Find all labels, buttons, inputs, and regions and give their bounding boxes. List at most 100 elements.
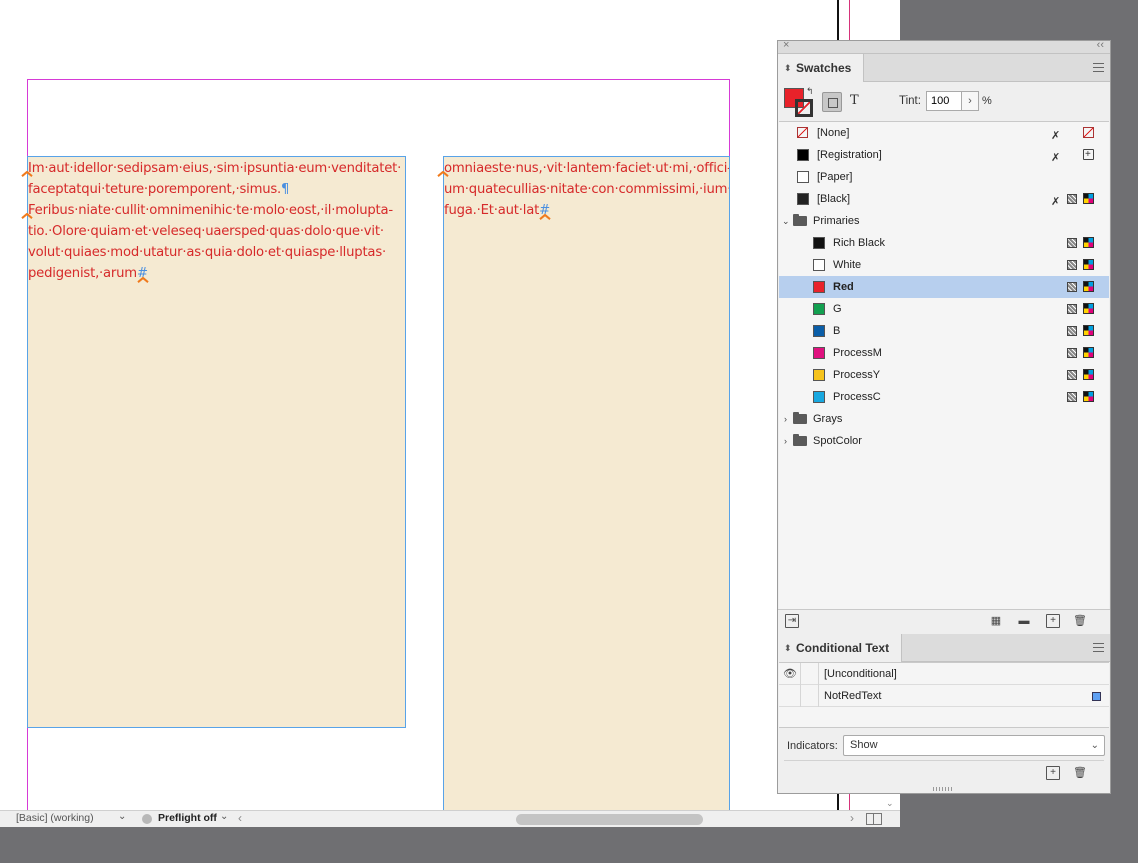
cmyk-mode-icon <box>1083 369 1094 380</box>
tab-swatches[interactable]: ⬍ Swatches <box>778 54 865 82</box>
tint-input[interactable] <box>926 91 962 111</box>
preflight-profile[interactable]: [Basic] (working) <box>16 812 94 824</box>
text-frame-1[interactable]: Im·aut·idellor·sedipsam·eius,·sim·ipsunt… <box>27 156 406 728</box>
swatch-label: Rich Black <box>833 237 885 249</box>
hidden-character-caret-icon <box>21 170 33 178</box>
panel-resize-icon: ⬍ <box>784 63 792 73</box>
swap-arrow-icon[interactable]: ↰ <box>806 86 814 97</box>
frame-2-line-3-text: fuga.·Et·aut·lat <box>444 203 540 218</box>
swatch-row-process-m[interactable]: ProcessM <box>779 342 1109 364</box>
hidden-character-caret-icon <box>137 276 149 284</box>
column-divider <box>800 685 801 707</box>
swatch-row-process-y[interactable]: ProcessY <box>779 364 1109 386</box>
tab-conditional-text[interactable]: ⬍ Conditional Text <box>778 634 903 662</box>
swatch-row-registration[interactable]: [Registration] ✗ <box>779 144 1109 166</box>
scroll-down-icon[interactable]: ⌄ <box>886 798 894 809</box>
frame-1-line-3: Feribus·niate·cullit·omnimenihic·te·molo… <box>28 203 393 218</box>
formatting-affects-container-button[interactable] <box>822 92 842 112</box>
condition-color-chip <box>1092 692 1101 701</box>
frame-2-text[interactable]: omniaeste·nus,·vit·lantem·faciet·ut·mi,·… <box>444 158 729 221</box>
process-type-icon <box>1067 260 1077 270</box>
new-condition-icon[interactable]: + <box>1046 766 1060 780</box>
swatch-row-black[interactable]: [Black] ✗ <box>779 188 1109 210</box>
registration-mode-icon <box>1083 144 1094 166</box>
swatch-label: [None] <box>817 127 850 139</box>
chevron-down-icon[interactable]: ⌄ <box>782 210 790 232</box>
frame-1-line-4: tio.·Olore·quiam·et·veleseq·uaersped·qua… <box>28 224 384 239</box>
process-type-icon <box>1067 238 1077 248</box>
frame-1-line-5: volut·quiaes·mod·utatur·as·quia·dolo·et·… <box>28 245 386 260</box>
scroll-left-icon[interactable]: ‹ <box>238 811 242 825</box>
swatch-row-g[interactable]: G <box>779 298 1109 320</box>
panel-menu-icon[interactable] <box>1093 643 1104 652</box>
swatch-row-paper[interactable]: [Paper] <box>779 166 1109 188</box>
new-swatch-icon[interactable]: + <box>1046 614 1060 628</box>
cmyk-mode-icon <box>1083 259 1094 270</box>
scroll-right-icon[interactable]: › <box>850 811 854 825</box>
horizontal-scrollbar-thumb[interactable] <box>516 814 703 825</box>
swatch-chip <box>813 281 825 293</box>
swatch-row-b[interactable]: B <box>779 320 1109 342</box>
resize-grip[interactable] <box>933 787 953 791</box>
cmyk-mode-icon <box>1083 193 1094 204</box>
hidden-character-caret-icon <box>21 212 33 220</box>
none-swatch-icon <box>797 127 808 138</box>
swatch-row-white[interactable]: White <box>779 254 1109 276</box>
swatches-tabbar: ⬍ Swatches <box>778 54 1110 82</box>
swatch-view-icon[interactable]: ▦ <box>989 614 1003 628</box>
tint-label: Tint: <box>899 95 921 107</box>
black-swatch-chip <box>797 193 809 205</box>
indicators-select[interactable]: Show ⌄ <box>843 735 1105 756</box>
swatch-group-spotcolor[interactable]: › SpotColor <box>779 430 1109 452</box>
fill-stroke-control[interactable]: ↰ <box>784 86 814 118</box>
condition-row-unconditional[interactable]: 👁 [Unconditional] <box>779 663 1109 685</box>
new-color-group-icon[interactable]: ▬ <box>1017 614 1031 628</box>
delete-condition-icon[interactable]: 🗑 <box>1073 766 1087 780</box>
swatch-group-label: SpotColor <box>813 435 862 447</box>
process-type-icon <box>1067 194 1077 204</box>
tab-swatches-label: Swatches <box>796 61 852 75</box>
swatch-chip <box>813 391 825 403</box>
swatch-row-rich-black[interactable]: Rich Black <box>779 232 1109 254</box>
frame-2-line-1: omniaeste·nus,·vit·lantem·faciet·ut·mi,·… <box>444 161 729 176</box>
visibility-eye-icon[interactable]: 👁 <box>783 663 797 685</box>
tint-slider-button[interactable]: › <box>961 91 979 111</box>
swatch-group-primaries[interactable]: ⌄ Primaries <box>779 210 1109 232</box>
split-window-icon[interactable] <box>866 813 882 825</box>
preflight-status[interactable]: Preflight off <box>158 812 217 824</box>
swatch-row-none[interactable]: [None] ✗ <box>779 122 1109 144</box>
column-divider <box>818 685 819 707</box>
frame-1-text[interactable]: Im·aut·idellor·sedipsam·eius,·sim·ipsunt… <box>28 158 405 284</box>
stroke-swatch[interactable] <box>795 99 813 117</box>
chevron-right-icon[interactable]: › <box>784 408 787 430</box>
column-divider <box>800 663 801 685</box>
swatch-chip <box>813 369 825 381</box>
process-type-icon <box>1067 326 1077 336</box>
swatch-chip <box>813 259 825 271</box>
panel-menu-icon[interactable] <box>1093 63 1104 72</box>
chevron-right-icon[interactable]: › <box>784 430 787 452</box>
swatch-label: B <box>833 325 841 337</box>
condition-row-notredtext[interactable]: NotRedText <box>779 685 1109 707</box>
text-frame-2[interactable]: omniaeste·nus,·vit·lantem·faciet·ut·mi,·… <box>443 156 730 816</box>
pilcrow-mark: ¶ <box>281 182 290 197</box>
swatch-list[interactable]: [None] ✗ [Registration] ✗ [Paper] [Black… <box>779 121 1109 609</box>
chevron-down-icon[interactable]: ⌄ <box>118 811 126 822</box>
frame-1-line-6-text: pedigenist,·arum <box>28 266 137 281</box>
status-bar: [Basic] (working) ⌄ Preflight off ⌄ ‹ › … <box>0 798 900 827</box>
delete-swatch-icon[interactable]: 🗑 <box>1073 614 1087 628</box>
condition-list[interactable]: 👁 [Unconditional] NotRedText <box>779 662 1109 728</box>
swatch-row-process-c[interactable]: ProcessC <box>779 386 1109 408</box>
collapse-panels-icon[interactable]: ‹‹ <box>1097 39 1104 51</box>
paper-swatch-chip <box>797 171 809 183</box>
show-swatch-kinds-icon[interactable]: ⇥ <box>785 614 799 628</box>
frame-1-line-2-text: faceptatqui·teture·poremporent,·simus. <box>28 182 282 197</box>
swatch-group-label: Primaries <box>813 215 860 227</box>
document-window[interactable]: Im·aut·idellor·sedipsam·eius,·sim·ipsunt… <box>0 0 900 827</box>
swatch-row-red[interactable]: Red <box>779 276 1109 298</box>
close-icon[interactable]: × <box>783 39 789 51</box>
swatch-group-grays[interactable]: › Grays <box>779 408 1109 430</box>
swatch-chip <box>813 325 825 337</box>
formatting-affects-text-button[interactable]: T <box>850 93 859 108</box>
chevron-down-icon[interactable]: ⌄ <box>220 811 228 822</box>
